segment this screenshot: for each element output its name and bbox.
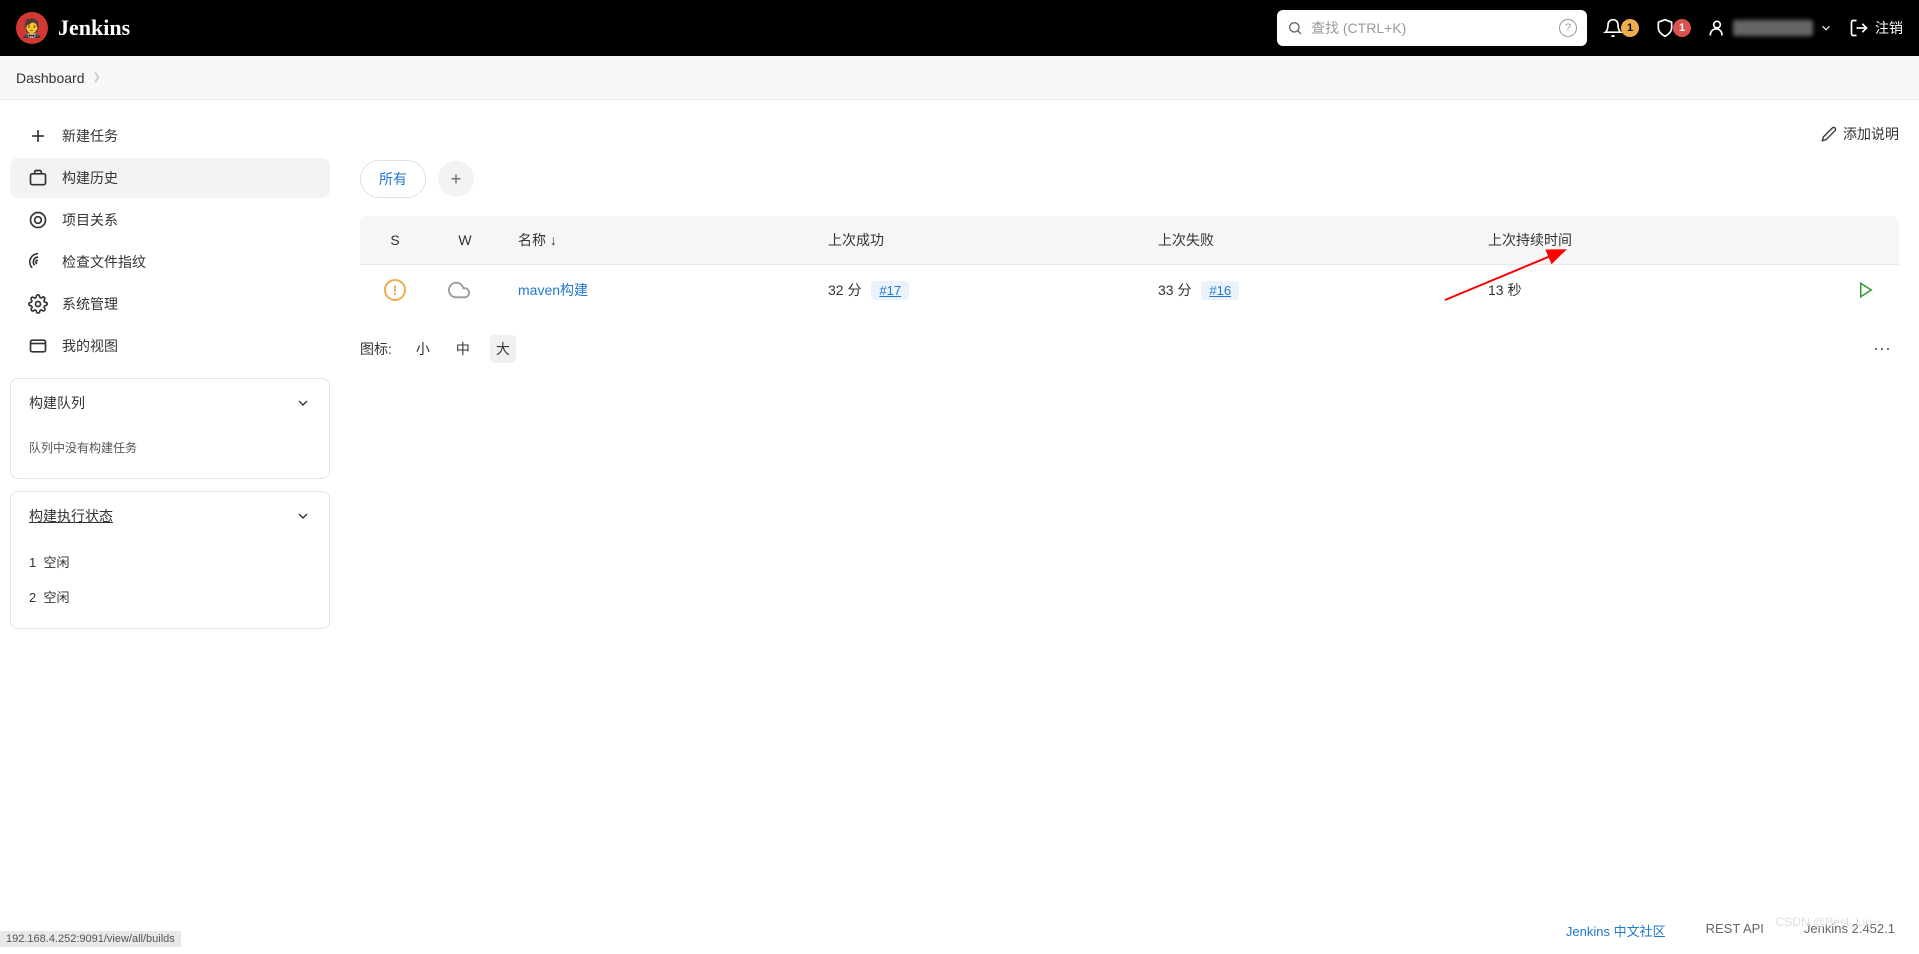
last-success-build-link[interactable]: #17: [871, 281, 909, 300]
sidebar: 新建任务 构建历史 项目关系 检查文件指纹 系统管理 我的视图 构建队列: [0, 100, 340, 907]
shield-badge: 1: [1673, 19, 1691, 37]
add-description-label: 添加说明: [1843, 124, 1899, 144]
security-button[interactable]: 1: [1655, 18, 1691, 38]
jobs-table: S W 名称 ↓ 上次成功 上次失败 上次持续时间 ! maven构建: [360, 216, 1899, 315]
build-queue-panel: 构建队列 队列中没有构建任务: [10, 378, 330, 479]
weather-cloud-icon: [448, 279, 470, 301]
bell-badge: 1: [1621, 19, 1639, 37]
executor-row: 2 空闲: [29, 579, 311, 614]
sidebar-item-label: 构建历史: [62, 168, 118, 188]
search-icon: [1287, 20, 1303, 36]
sidebar-item-build-history[interactable]: 构建历史: [10, 158, 330, 198]
search-input[interactable]: [1311, 20, 1551, 36]
panel-title: 构建队列: [29, 393, 85, 413]
queue-empty-text: 队列中没有构建任务: [29, 431, 311, 464]
user-menu[interactable]: [1707, 18, 1833, 38]
panel-header-executors[interactable]: 构建执行状态: [11, 492, 329, 540]
duration: 13 秒: [1488, 282, 1521, 298]
sidebar-item-manage[interactable]: 系统管理: [10, 284, 330, 324]
build-now-icon[interactable]: [1857, 281, 1875, 299]
col-name[interactable]: 名称 ↓: [500, 216, 810, 265]
last-success-time: 32 分: [828, 282, 861, 298]
icon-size-medium[interactable]: 中: [450, 335, 476, 363]
sidebar-item-label: 检查文件指纹: [62, 252, 146, 272]
target-icon: [28, 210, 48, 230]
help-icon[interactable]: ?: [1559, 19, 1577, 37]
table-row: ! maven构建 32 分 #17 33 分 #16 13 秒: [360, 265, 1899, 316]
sidebar-item-new-job[interactable]: 新建任务: [10, 116, 330, 156]
add-tab-button[interactable]: +: [438, 161, 474, 197]
col-last-success[interactable]: 上次成功: [810, 216, 1140, 265]
logo-text: Jenkins: [58, 15, 130, 41]
breadcrumb-dashboard[interactable]: Dashboard: [16, 70, 85, 86]
panel-title: 构建执行状态: [29, 506, 113, 526]
shield-icon: [1655, 18, 1675, 38]
logout-label: 注销: [1875, 18, 1903, 38]
icon-size-large[interactable]: 大: [490, 335, 516, 363]
logout-button[interactable]: 注销: [1849, 18, 1903, 38]
pencil-icon: [1821, 126, 1837, 142]
username-blurred: [1733, 20, 1813, 36]
sidebar-item-label: 新建任务: [62, 126, 118, 146]
fingerprint-icon: [28, 252, 48, 272]
last-failure-build-link[interactable]: #16: [1201, 281, 1239, 300]
executor-row: 1 空闲: [29, 544, 311, 579]
chevron-down-icon: [295, 508, 311, 524]
main-content: 添加说明 所有 + S W 名称 ↓ 上次成功 上次失败 上次持续时间: [340, 100, 1919, 907]
search-box[interactable]: ?: [1277, 10, 1587, 46]
sidebar-item-label: 系统管理: [62, 294, 118, 314]
col-weather[interactable]: W: [430, 216, 500, 265]
chevron-right-icon: ❯: [93, 72, 101, 83]
add-description-button[interactable]: 添加说明: [1821, 124, 1899, 144]
gear-icon: [28, 294, 48, 314]
icon-size-row: 图标: 小 中 大 ⋯: [360, 333, 1899, 365]
icon-size-small[interactable]: 小: [410, 335, 436, 363]
sidebar-item-fingerprint[interactable]: 检查文件指纹: [10, 242, 330, 282]
last-failure-time: 33 分: [1158, 282, 1191, 298]
chevron-down-icon: [1819, 21, 1833, 35]
panel-header-queue[interactable]: 构建队列: [11, 379, 329, 427]
user-icon: [1707, 18, 1727, 38]
sidebar-item-label: 我的视图: [62, 336, 118, 356]
window-icon: [28, 336, 48, 356]
col-status[interactable]: S: [360, 216, 430, 265]
footer-version: Jenkins 2.452.1: [1804, 921, 1895, 940]
notifications-button[interactable]: 1: [1603, 18, 1639, 38]
browser-status-bar: 192.168.4.252:9091/view/all/builds: [0, 931, 181, 947]
top-header: 🤵 Jenkins ? 1 1 注销: [0, 0, 1919, 56]
icon-size-label: 图标:: [360, 339, 392, 359]
jenkins-logo-icon: 🤵: [16, 12, 48, 44]
tab-all[interactable]: 所有: [360, 160, 426, 198]
status-unstable-icon: !: [384, 279, 406, 301]
col-duration[interactable]: 上次持续时间: [1470, 216, 1839, 265]
logout-icon: [1849, 18, 1869, 38]
chevron-down-icon: [295, 395, 311, 411]
sidebar-item-label: 项目关系: [62, 210, 118, 230]
plus-icon: [28, 126, 48, 146]
job-link[interactable]: maven构建: [518, 282, 588, 298]
col-last-failure[interactable]: 上次失败: [1140, 216, 1470, 265]
tabs: 所有 +: [360, 160, 1899, 198]
more-options-button[interactable]: ⋯: [1867, 333, 1899, 365]
logo[interactable]: 🤵 Jenkins: [16, 12, 130, 44]
executor-panel: 构建执行状态 1 空闲 2 空闲: [10, 491, 330, 629]
footer-community-link[interactable]: Jenkins 中文社区: [1566, 921, 1666, 940]
breadcrumb: Dashboard ❯: [0, 56, 1919, 100]
footer-rest-api[interactable]: REST API: [1706, 921, 1764, 940]
sidebar-item-relations[interactable]: 项目关系: [10, 200, 330, 240]
sidebar-item-my-views[interactable]: 我的视图: [10, 326, 330, 366]
bell-icon: [1603, 18, 1623, 38]
history-icon: [28, 168, 48, 188]
